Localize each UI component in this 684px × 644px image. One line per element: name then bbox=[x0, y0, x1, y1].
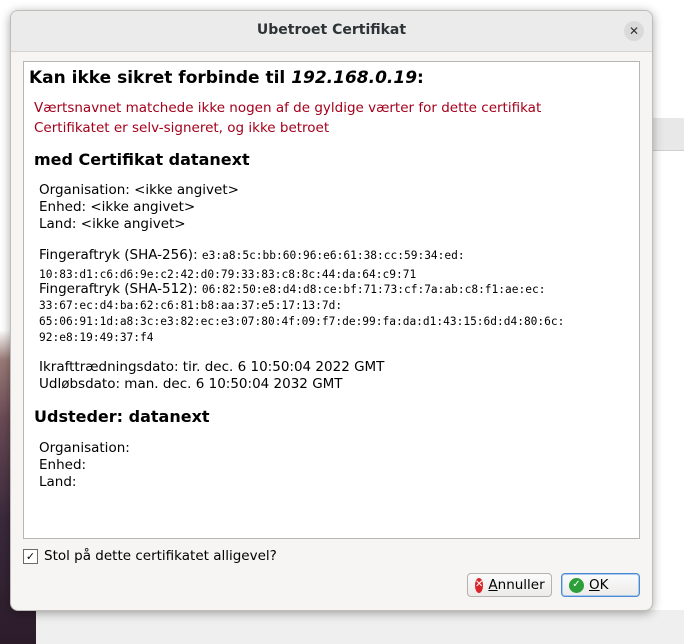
untrusted-certificate-dialog: Ubetroet Certifikat ✕ Kan ikke sikret fo… bbox=[10, 10, 653, 611]
cancel-button-label: Annuller bbox=[488, 577, 544, 593]
ok-icon: ✓ bbox=[569, 577, 584, 593]
certificate-country: Land: <ikke angivet> bbox=[39, 216, 186, 232]
cancel-label-rest: nnuller bbox=[497, 577, 545, 593]
sha512-line-1: 06:82:50:e8:d4:d8:ce:bf:71:73:cf:7a:ab:c… bbox=[201, 283, 546, 296]
close-icon: ✕ bbox=[628, 24, 640, 38]
issuer-organisation: Organisation: bbox=[39, 440, 130, 456]
window-title: Ubetroet Certifikat bbox=[256, 22, 407, 38]
error-self-signed: Certifikatet er selv-signeret, og ikke b… bbox=[34, 120, 330, 136]
sha512-line-2: 33:67:ec:d4:ba:62:c6:81:b8:aa:37:e5:17:1… bbox=[39, 299, 343, 312]
sha256-fingerprint: Fingeraftryk (SHA-256): e3:a8:5c:bb:60:9… bbox=[39, 247, 465, 283]
issuer-country: Land: bbox=[39, 474, 77, 490]
sha512-fingerprint: Fingeraftryk (SHA-512): 06:82:50:e8:d4:d… bbox=[39, 281, 564, 346]
background-window-bottom bbox=[36, 610, 684, 644]
sha256-label: Fingeraftryk (SHA-256): bbox=[39, 247, 202, 263]
certificate-details-panel: Kan ikke sikret forbinde til 192.168.0.1… bbox=[23, 61, 640, 539]
valid-to-date: Udløbsdato: man. dec. 6 10:50:04 2032 GM… bbox=[39, 376, 343, 392]
cancel-button[interactable]: ✕ Annuller bbox=[467, 573, 552, 597]
ok-button[interactable]: ✓ OK bbox=[561, 573, 640, 597]
certificate-unit: Enhed: <ikke angivet> bbox=[39, 199, 196, 215]
cancel-mnemonic: A bbox=[488, 577, 498, 593]
certificate-organisation: Organisation: <ikke angivet> bbox=[39, 182, 239, 198]
certificate-heading: med Certifikat datanext bbox=[34, 150, 250, 169]
close-button[interactable]: ✕ bbox=[624, 21, 644, 41]
connection-heading: Kan ikke sikret forbinde til 192.168.0.1… bbox=[29, 68, 424, 88]
issuer-heading: Udsteder: datanext bbox=[34, 407, 210, 426]
sha512-line-3: 65:06:91:1d:a8:3c:e3:82:ec:e3:07:80:4f:0… bbox=[39, 315, 565, 328]
background-window-edge bbox=[650, 118, 684, 151]
valid-from-date: Ikrafttrædningsdato: tir. dec. 6 10:50:0… bbox=[39, 359, 385, 375]
error-list: Værtsnavnet matchede ikke nogen af de gy… bbox=[34, 98, 541, 138]
sha512-line-4: 92:e8:19:49:37:f4 bbox=[39, 331, 154, 344]
titlebar[interactable]: Ubetroet Certifikat ✕ bbox=[11, 11, 652, 52]
checkmark-icon: ✓ bbox=[25, 549, 36, 563]
sha512-label: Fingeraftryk (SHA-512): bbox=[39, 281, 202, 297]
heading-suffix: : bbox=[417, 68, 424, 88]
ok-button-label: OK bbox=[589, 577, 609, 593]
heading-prefix: Kan ikke sikret forbinde til bbox=[29, 68, 292, 88]
ok-label-rest: K bbox=[599, 577, 609, 593]
sha256-line-1: e3:a8:5c:bb:60:96:e6:61:38:cc:59:34:ed: bbox=[201, 249, 465, 262]
issuer-unit: Enhed: bbox=[39, 457, 87, 473]
error-hostname-mismatch: Værtsnavnet matchede ikke nogen af de gy… bbox=[34, 100, 542, 116]
trust-anyway-checkbox[interactable]: ✓ bbox=[23, 548, 38, 564]
trust-anyway-row[interactable]: ✓ Stol på dette certifikatet alligevel? bbox=[23, 546, 277, 566]
cancel-icon: ✕ bbox=[475, 577, 484, 593]
trust-anyway-label[interactable]: Stol på dette certifikatet alligevel? bbox=[44, 548, 277, 564]
ok-mnemonic: O bbox=[589, 577, 600, 593]
heading-host: 192.168.0.19 bbox=[291, 68, 418, 88]
